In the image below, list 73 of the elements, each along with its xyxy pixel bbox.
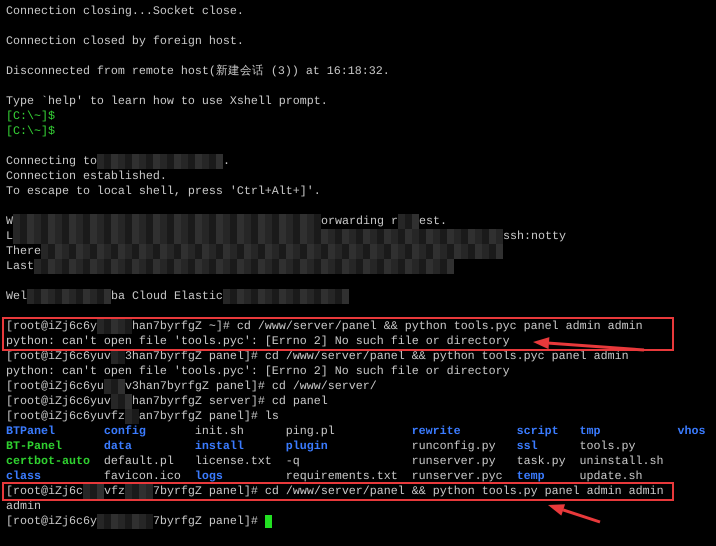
terminal-text: Last	[6, 259, 34, 274]
terminal-text: vfz	[104, 484, 125, 499]
file-name: uninstall.sh	[580, 454, 664, 469]
directory-name: install	[194, 439, 245, 454]
file-name: ping.pl	[286, 424, 336, 439]
directory-name: temp	[516, 469, 546, 484]
directory-name: logs	[194, 469, 224, 484]
terminal-text: python: can't open file 'tools.pyc': [Errno 2] No such file or directory	[6, 364, 510, 379]
text-cursor	[264, 515, 272, 528]
terminal-text: 3han7byrfgZ panel]# cd /www/server/panel && python tools.pyc panel admin	[124, 349, 629, 364]
terminal-text: [root@iZj6c6yu	[6, 379, 104, 394]
terminal-text: Connecting to	[6, 154, 97, 169]
executable-name: BT-Panel	[6, 439, 63, 454]
directory-name: ssl	[516, 439, 539, 454]
directory-name: tmp	[580, 424, 602, 439]
file-name: init.sh	[194, 424, 245, 439]
directory-name: script	[516, 424, 560, 439]
terminal-text: 7byrfgZ panel]# cd /www/server/panel && python tools.py panel admin admin	[152, 484, 664, 499]
terminal-text: Disconnected from remote host(新建会话 (3)) at 16:18:32.	[6, 64, 390, 79]
terminal-text: [root@iZj6c6yuv	[6, 394, 111, 409]
terminal-text: an7byrfgZ panel]# ls	[138, 409, 279, 424]
file-name: license.txt	[194, 454, 273, 469]
directory-name: rewrite	[412, 424, 462, 439]
file-name: requirements.txt	[286, 469, 399, 484]
terminal-text: orwarding r	[321, 214, 398, 229]
terminal-text: v3han7byrfgZ panel]# cd /www/server/	[124, 379, 377, 394]
terminal-text: Wel	[6, 289, 27, 304]
terminal-text: 7byrfgZ panel]#	[152, 514, 258, 529]
file-name: runserver.py	[412, 454, 497, 469]
shell-prompt: [C:\~]$	[6, 109, 55, 124]
file-name: runserver.pyc	[412, 469, 504, 484]
terminal-text: [root@iZj6c6yuvfz	[6, 409, 125, 424]
terminal-text: python: can't open file 'tools.pyc': [Errno 2] No such file or directory	[6, 334, 510, 349]
terminal-text: ssh:notty	[503, 229, 566, 244]
file-name: task.py	[516, 454, 567, 469]
terminal-text: [root@iZj6c	[6, 484, 83, 499]
terminal-text: .	[222, 154, 230, 169]
file-name: runconfig.py	[412, 439, 497, 454]
redaction-blur	[96, 319, 132, 334]
terminal-text: [root@iZj6c6yuv	[6, 349, 111, 364]
terminal-text: W	[6, 214, 13, 229]
terminal-text: [root@iZj6c6y	[6, 319, 97, 334]
file-name: -q	[286, 454, 301, 469]
redaction-blur	[82, 484, 104, 499]
executable-name: certbot-auto	[6, 454, 91, 469]
terminal-text: Type `help' to learn how to use Xshell prompt.	[6, 94, 328, 109]
file-name: favicon.ico	[104, 469, 182, 484]
terminal-text: est.	[418, 214, 447, 229]
terminal-text: L	[6, 229, 13, 244]
directory-name: vhos	[677, 424, 706, 439]
terminal-text: Connection closed by foreign host.	[6, 34, 244, 49]
terminal-text: han7byrfgZ server]# cd panel	[132, 394, 328, 409]
directory-name: class	[6, 469, 42, 484]
terminal-text: han7byrfgZ ~]# cd /www/server/panel && python tools.pyc panel admin admin	[132, 319, 643, 334]
terminal-text: admin	[6, 499, 41, 514]
terminal-text: There	[6, 244, 41, 259]
file-name: tools.py	[580, 439, 637, 454]
redaction-blur	[124, 484, 153, 499]
directory-name: config	[104, 424, 147, 439]
file-name: default.pl	[104, 454, 175, 469]
directory-name: BTPanel	[6, 424, 56, 439]
shell-prompt: [C:\~]$	[6, 124, 55, 139]
terminal-text: Connection established.	[6, 169, 167, 184]
directory-name: data	[104, 439, 133, 454]
annotation-arrow	[548, 504, 600, 524]
file-name: update.sh	[580, 469, 644, 484]
directory-name: plugin	[286, 439, 329, 454]
terminal-text: Connection closing...Socket close.	[6, 4, 244, 19]
terminal-text: ba Cloud Elastic	[111, 289, 223, 304]
terminal-text: To escape to local shell, press 'Ctrl+Alt+]'.	[6, 184, 321, 199]
redaction-blur	[96, 514, 153, 529]
terminal-text: [root@iZj6c6y	[6, 514, 97, 529]
redaction-blur	[104, 379, 125, 394]
